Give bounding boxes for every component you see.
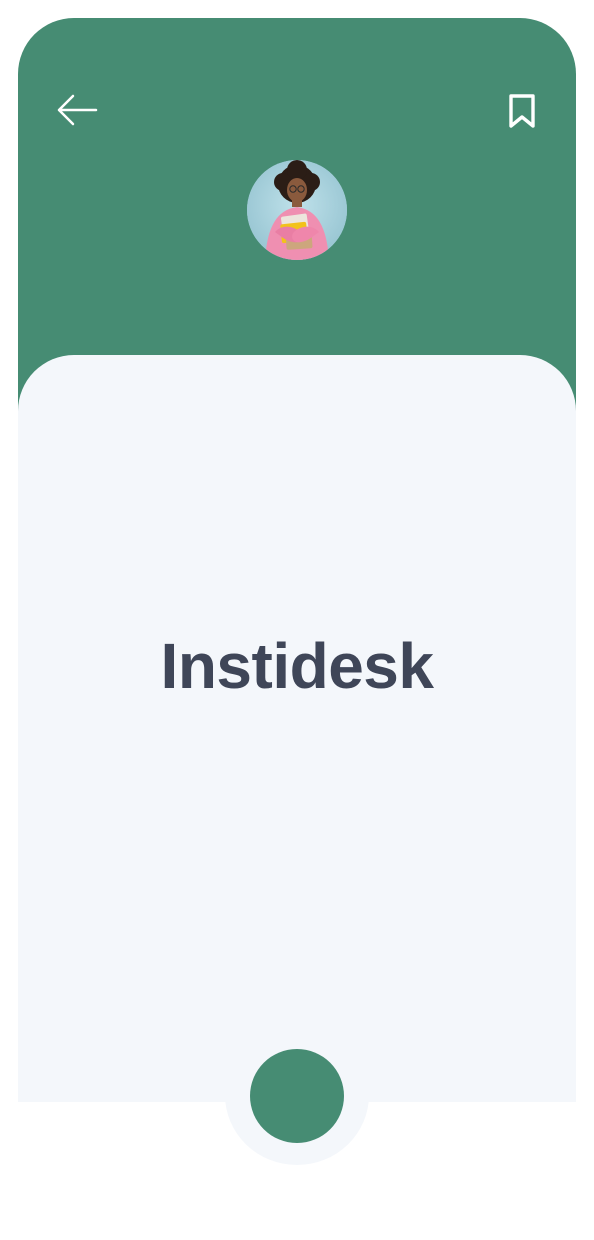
- back-button[interactable]: [54, 88, 100, 132]
- avatar: [247, 160, 347, 260]
- content-card: [18, 355, 576, 1102]
- page-title: Instidesk: [160, 629, 434, 702]
- student-avatar-image: [247, 160, 347, 260]
- floating-action-button[interactable]: [250, 1049, 344, 1143]
- arrow-left-icon: [57, 94, 98, 126]
- bookmark-button[interactable]: [502, 88, 542, 134]
- bookmark-icon: [509, 94, 535, 128]
- app-screen: Instidesk: [0, 0, 594, 1240]
